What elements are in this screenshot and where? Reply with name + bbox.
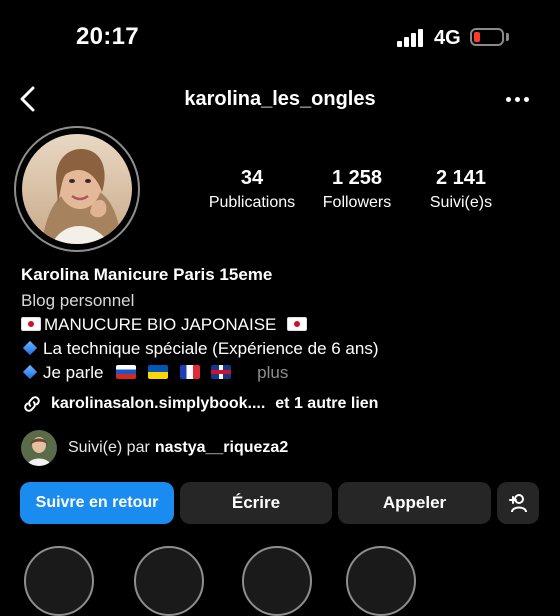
russia-flag-icon: [116, 365, 137, 379]
profile-category: Blog personnel: [21, 291, 135, 310]
more-options-button[interactable]: [506, 97, 530, 103]
stat-followers[interactable]: 1 258 Followers: [312, 167, 402, 212]
blue-diamond-icon: [22, 340, 38, 356]
network-type: 4G: [434, 27, 461, 49]
bio-more-link[interactable]: plus: [257, 363, 288, 382]
bio-line-3: Je parle plus: [21, 363, 288, 383]
stat-following[interactable]: 2 141 Suivi(e)s: [416, 167, 506, 212]
profile-display-name: Karolina Manicure Paris 15eme: [21, 265, 273, 284]
message-button[interactable]: Écrire: [180, 482, 332, 524]
mutual-followers-prefix: Suivi(e) par: [68, 439, 150, 456]
profile-link[interactable]: karolinasalon.simplybook.... et 1 autre …: [21, 393, 378, 415]
story-highlight[interactable]: [134, 546, 204, 616]
mutual-followers[interactable]: Suivi(e) par nastya__riqueza2: [21, 430, 288, 466]
battery-icon: [470, 28, 504, 46]
bio-line-1-text: MANUCURE BIO JAPONAISE: [44, 315, 277, 334]
profile-link-extra[interactable]: et 1 autre lien: [275, 395, 378, 413]
profile-link-url[interactable]: karolinasalon.simplybook....: [51, 395, 265, 413]
bio-line-2-text: La technique spéciale (Expérience de 6 a…: [43, 339, 379, 358]
japan-flag-icon: [287, 317, 308, 331]
japan-flag-icon: [21, 317, 41, 331]
profile-username: karolina_les_ongles: [184, 88, 376, 110]
bio-line-3-text: Je parle: [43, 363, 104, 382]
avatar[interactable]: [22, 134, 132, 244]
france-flag-icon: [179, 365, 200, 379]
follow-back-button[interactable]: Suivre en retour: [20, 482, 174, 524]
stat-publications[interactable]: 34 Publications: [205, 167, 299, 212]
story-highlight[interactable]: [242, 546, 312, 616]
call-button[interactable]: Appeler: [338, 482, 491, 524]
stat-following-value: 2 141: [435, 167, 487, 189]
add-user-icon: [509, 494, 527, 513]
status-time: 20:17: [76, 23, 139, 50]
stat-publications-value: 34: [240, 167, 264, 189]
mutual-followers-user[interactable]: nastya__riqueza2: [155, 439, 288, 457]
stat-following-label: Suivi(e)s: [429, 194, 493, 211]
blue-diamond-icon: [22, 364, 38, 380]
mutual-follower-avatar: [21, 430, 57, 466]
ukraine-flag-icon: [147, 365, 168, 379]
story-highlight[interactable]: [24, 546, 94, 616]
bio-line-1: MANUCURE BIO JAPONAISE: [21, 315, 310, 335]
uk-flag-icon: [211, 365, 232, 379]
suggest-users-button[interactable]: [497, 482, 539, 524]
link-icon: [24, 396, 40, 412]
bio-line-2: La technique spéciale (Expérience de 6 a…: [21, 339, 379, 359]
stat-followers-value: 1 258: [331, 167, 383, 189]
battery-tip: [506, 33, 509, 41]
story-highlight[interactable]: [346, 546, 416, 616]
signal-icon: [397, 29, 425, 47]
stat-publications-label: Publications: [208, 194, 296, 211]
stat-followers-label: Followers: [322, 194, 392, 211]
